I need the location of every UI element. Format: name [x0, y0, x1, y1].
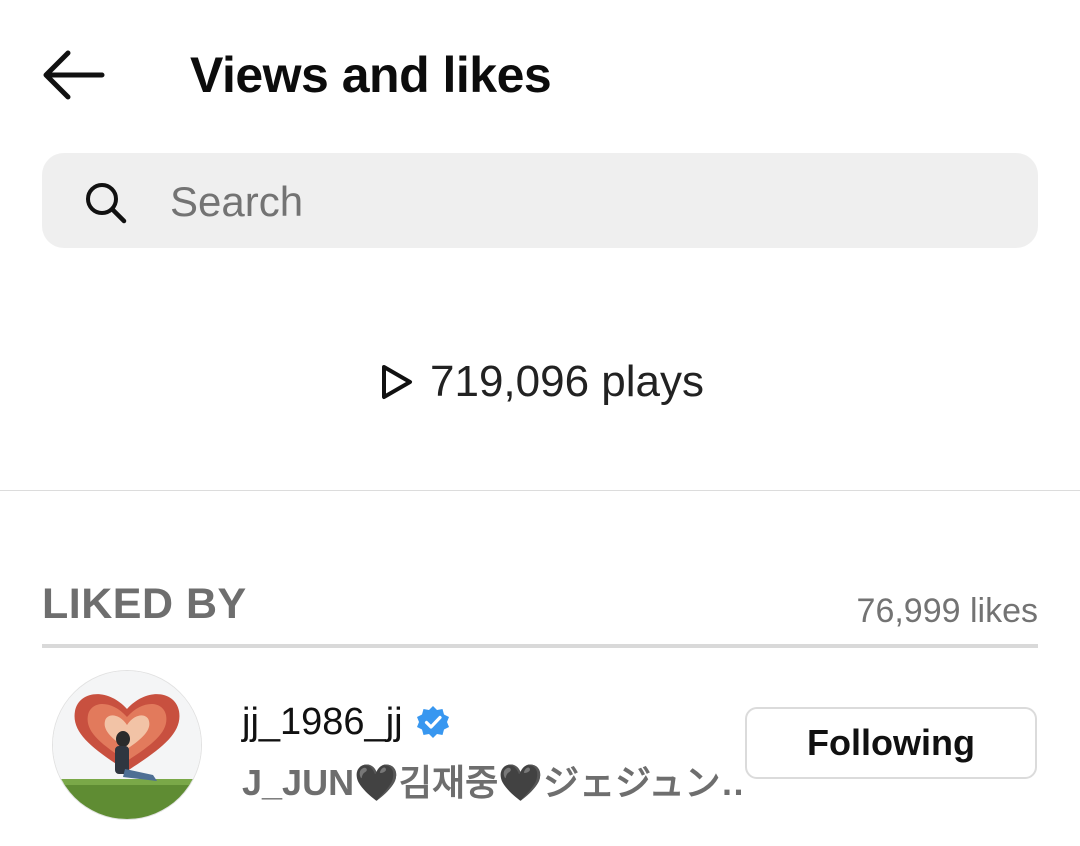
header: Views and likes	[0, 0, 1080, 150]
arrow-left-icon	[43, 50, 105, 100]
likes-count: 76,999 likes	[856, 592, 1038, 630]
username[interactable]: jj_1986_jj	[242, 701, 403, 744]
plays-text: 719,096 plays	[430, 357, 704, 406]
liked-by-label: LIKED BY	[42, 580, 247, 628]
section-divider	[42, 644, 1038, 648]
search-icon	[86, 183, 127, 224]
avatar[interactable]	[52, 670, 202, 820]
back-button[interactable]	[38, 44, 108, 106]
play-icon	[382, 365, 412, 399]
following-button[interactable]: Following	[745, 707, 1037, 779]
plays-count: 719,096 plays	[0, 352, 1080, 412]
list-item[interactable]: jj_1986_jj J_JUN🖤김재중🖤ジェジュン… Following	[42, 664, 1038, 824]
page-title: Views and likes	[190, 47, 552, 103]
username-line: jj_1986_jj	[242, 698, 451, 746]
search-input[interactable]	[168, 168, 992, 236]
verified-badge-icon	[416, 706, 449, 738]
liked-by-header: LIKED BY 76,999 likes	[42, 580, 1038, 630]
divider	[0, 490, 1080, 491]
full-name: J_JUN🖤김재중🖤ジェジュン…	[242, 762, 742, 803]
